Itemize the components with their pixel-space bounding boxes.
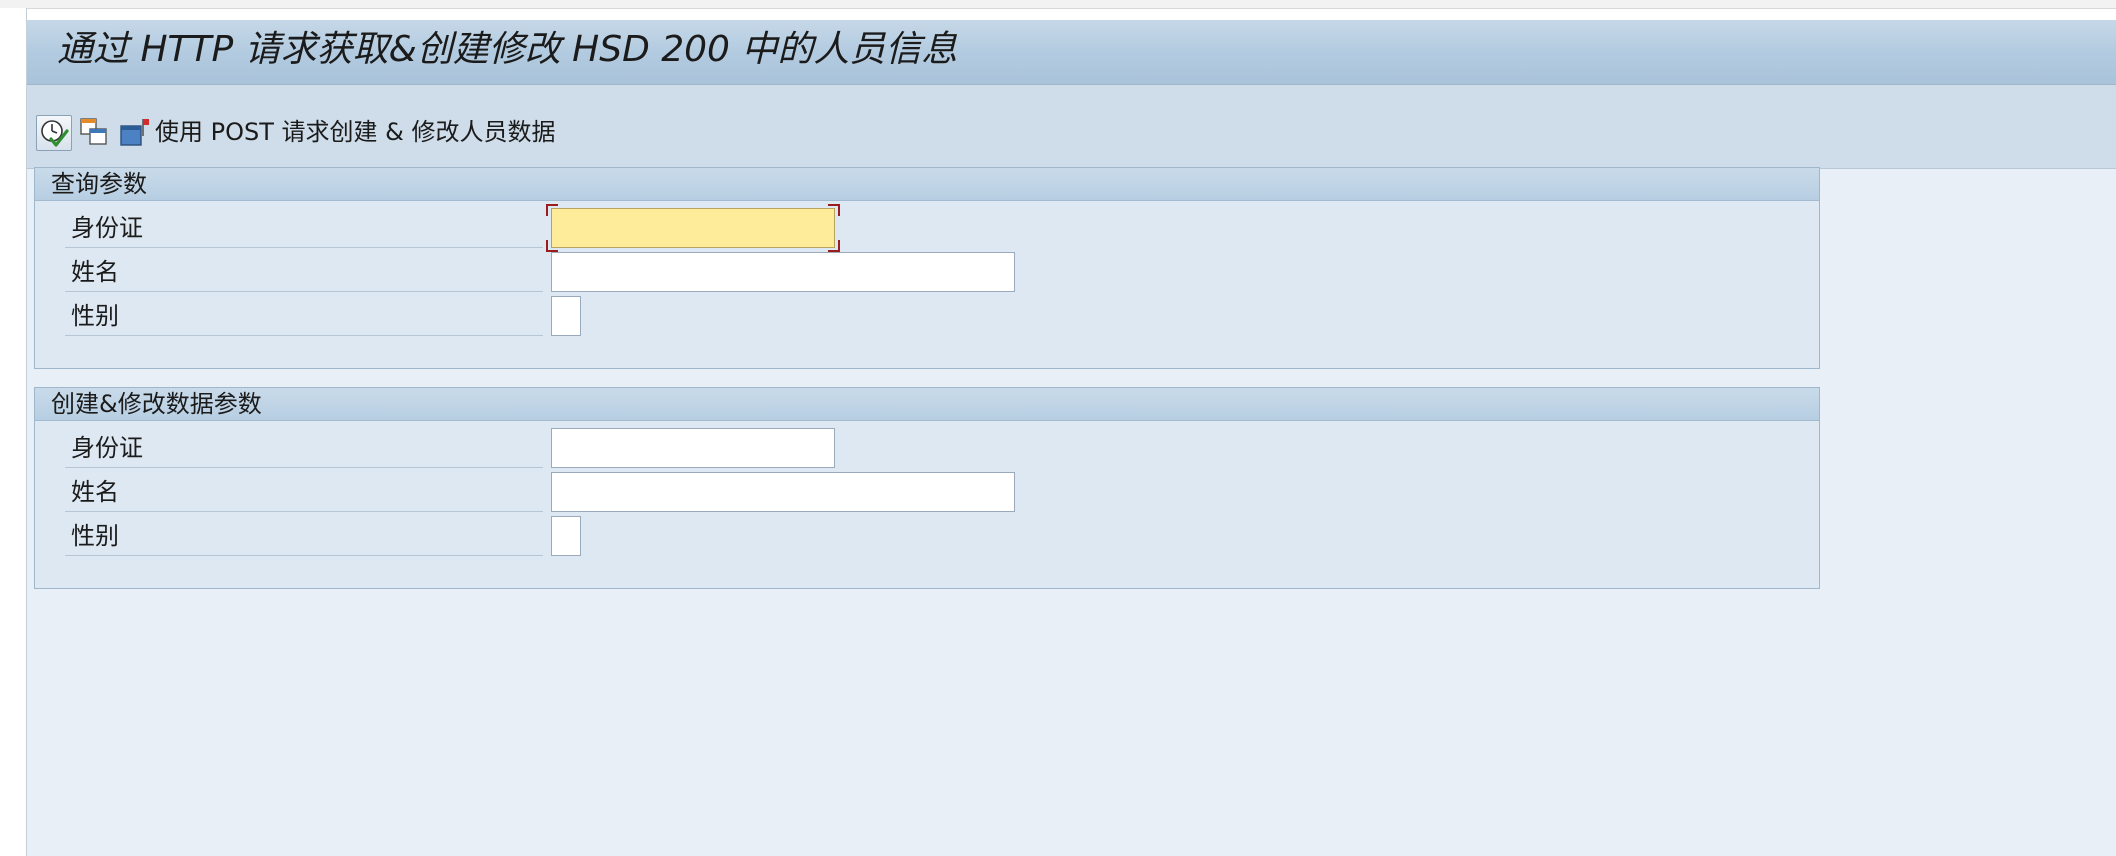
title-bar: 通过 HTTP 请求获取&创建修改 HSD 200 中的人员信息	[27, 20, 2116, 85]
execute-button[interactable]	[36, 115, 72, 151]
create-group-header: 创建&修改数据参数	[35, 388, 1819, 421]
create-gender-label: 性别	[65, 514, 543, 556]
page-title: 通过 HTTP 请求获取&创建修改 HSD 200 中的人员信息	[57, 29, 958, 70]
create-group-title: 创建&修改数据参数	[51, 390, 262, 418]
execute-clock-check-icon	[41, 120, 69, 147]
window-flag-icon	[120, 119, 149, 146]
post-request-button[interactable]: 使用 POST 请求创建 & 修改人员数据	[155, 115, 556, 149]
query-group-title: 查询参数	[51, 170, 147, 198]
query-id-input[interactable]	[551, 208, 835, 248]
query-gender-input[interactable]	[551, 296, 581, 336]
copy-windows-icon	[80, 118, 107, 145]
query-id-label: 身份证	[65, 206, 543, 248]
create-name-label: 姓名	[65, 470, 543, 512]
create-gender-input[interactable]	[551, 516, 581, 556]
copy-button[interactable]	[77, 115, 111, 149]
create-modify-parameters-group: 创建&修改数据参数 身份证 姓名 性别	[34, 387, 1820, 589]
window-button[interactable]	[117, 115, 151, 149]
query-name-input[interactable]	[551, 252, 1015, 292]
create-id-input[interactable]	[551, 428, 835, 468]
left-margin	[0, 8, 27, 856]
query-group-header: 查询参数	[35, 168, 1819, 201]
create-name-input[interactable]	[551, 472, 1015, 512]
create-id-label: 身份证	[65, 426, 543, 468]
query-parameters-group: 查询参数 身份证 姓名 性别	[34, 167, 1820, 369]
query-gender-label: 性别	[65, 294, 543, 336]
top-chrome-strip	[0, 0, 2116, 9]
query-name-label: 姓名	[65, 250, 543, 292]
sap-screen: 通过 HTTP 请求获取&创建修改 HSD 200 中的人员信息 使用 POST…	[27, 20, 2116, 856]
application-toolbar: 使用 POST 请求创建 & 修改人员数据	[27, 85, 2116, 169]
